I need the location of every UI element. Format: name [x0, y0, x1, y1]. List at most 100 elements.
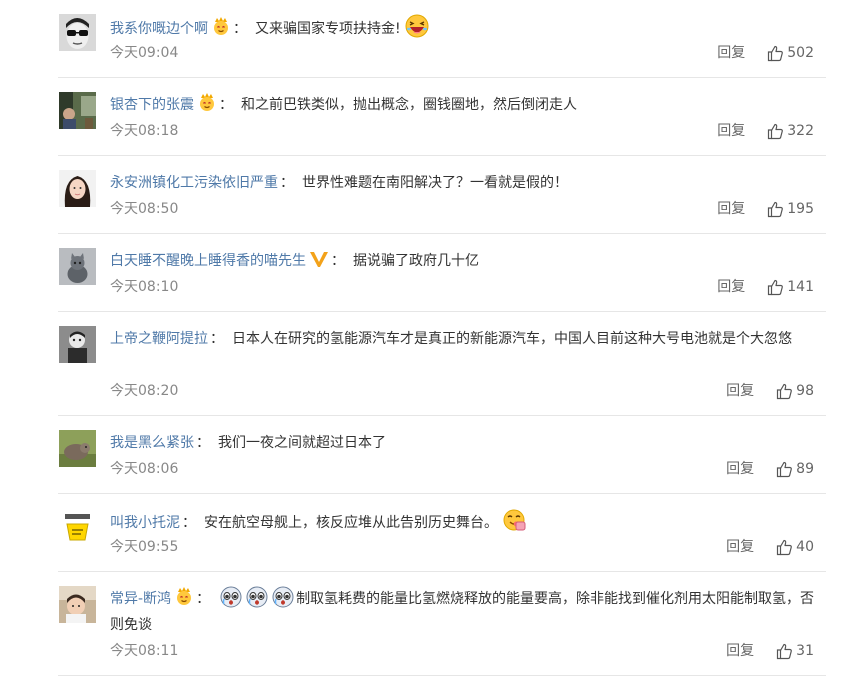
reply-button[interactable]: 回复	[717, 200, 745, 218]
crying-emoji	[220, 586, 242, 608]
like-icon	[776, 539, 796, 556]
comment-text: 制取氢耗费的能量比氢燃烧释放的能量要高，除非能找到催化剂用太阳能制取氢，否则免谈	[110, 591, 815, 633]
reply-button[interactable]: 回复	[717, 122, 745, 140]
avatar[interactable]	[59, 170, 96, 207]
comment-timestamp: 今天08:11	[110, 643, 179, 659]
comment-actions: 回复 322	[717, 122, 814, 140]
comment-content: 上帝之鞭阿提拉： 日本人在研究的氢能源汽车才是真正的新能源汽车，中国人目前这种大号…	[110, 326, 820, 352]
comment-item: 叫我小托泥： 安在航空母舰上，核反应堆从此告别历史舞台。今天09:55 回复 40	[58, 494, 826, 572]
colon-separator: ：	[196, 591, 211, 607]
like-button[interactable]: 31	[776, 642, 814, 660]
colon-separator: ：	[331, 253, 345, 269]
comment-timestamp: 今天08:20	[110, 383, 179, 399]
comment-content: 我系你嘅边个啊 ： 又来骗国家专项扶持金!	[110, 14, 820, 42]
username-link[interactable]: 我系你嘅边个啊	[110, 21, 208, 37]
comment-item: 白天睡不醒晚上睡得香的喵先生 ： 据说骗了政府几十亿今天08:10 回复 141	[58, 234, 826, 312]
v-verified-icon	[309, 250, 329, 268]
colon-separator: ：	[233, 21, 247, 37]
colon-separator: ：	[182, 515, 196, 531]
comment-text: 我们一夜之间就超过日本了	[218, 435, 386, 451]
comment-item: 我系你嘅边个啊 ： 又来骗国家专项扶持金! 今天09:04 回复 502	[58, 0, 826, 78]
like-icon	[776, 383, 796, 400]
avatar[interactable]	[59, 430, 96, 467]
crown-face-icon	[211, 16, 231, 36]
colon-separator: ：	[219, 97, 233, 113]
comment-list: 我系你嘅边个啊 ： 又来骗国家专项扶持金! 今天09:04 回复 502 银杏下的张震 ： 和之…	[0, 0, 842, 677]
avatar[interactable]	[59, 92, 96, 129]
username-link[interactable]: 常异-断鸿	[110, 591, 171, 607]
like-button[interactable]: 40	[776, 538, 814, 556]
avatar[interactable]	[59, 508, 96, 545]
like-count: 31	[796, 643, 814, 659]
like-count: 322	[787, 123, 814, 139]
comment-actions: 回复 502	[717, 44, 814, 62]
avatar[interactable]	[59, 586, 96, 623]
comment-content: 我是黑么紧张： 我们一夜之间就超过日本了	[110, 430, 820, 456]
comment-item: 我是黑么紧张： 我们一夜之间就超过日本了今天08:06 回复 89	[58, 416, 826, 494]
comment-item: 常异-断鸿 ：制取氢耗费的能量比氢燃烧释放的能量要高，除非能找到催化剂用太阳能制取…	[58, 572, 826, 676]
username-link[interactable]: 我是黑么紧张	[110, 435, 194, 451]
like-button[interactable]: 322	[767, 122, 814, 140]
reply-button[interactable]: 回复	[717, 278, 745, 296]
like-count: 98	[796, 383, 814, 399]
colon-separator: ：	[196, 435, 210, 451]
comment-content: 银杏下的张震 ： 和之前巴铁类似，抛出概念，圈钱圈地，然后倒闭走人	[110, 92, 820, 118]
avatar[interactable]	[59, 326, 96, 363]
like-button[interactable]: 89	[776, 460, 814, 478]
like-button[interactable]: 502	[767, 44, 814, 62]
comment-content: 永安洲镇化工污染依旧严重： 世界性难题在南阳解决了？一看就是假的！	[110, 170, 820, 196]
comment-timestamp: 今天09:55	[110, 539, 179, 555]
comment-timestamp: 今天08:06	[110, 461, 179, 477]
like-count: 141	[787, 279, 814, 295]
like-count: 502	[787, 45, 814, 61]
crying-emoji	[272, 586, 294, 608]
comment-item: 银杏下的张震 ： 和之前巴铁类似，抛出概念，圈钱圈地，然后倒闭走人 今天08:18 回复…	[58, 78, 826, 156]
comment-timestamp: 今天08:18	[110, 123, 179, 139]
comment-text: 据说骗了政府几十亿	[353, 253, 479, 269]
like-count: 40	[796, 539, 814, 555]
comment-item: 永安洲镇化工污染依旧严重： 世界性难题在南阳解决了？一看就是假的！ 今天08:50 回…	[58, 156, 826, 234]
reply-button[interactable]: 回复	[726, 460, 754, 478]
comment-text: 安在航空母舰上，核反应堆从此告别历史舞台。	[204, 515, 498, 531]
reply-button[interactable]: 回复	[726, 642, 754, 660]
username-link[interactable]: 上帝之鞭阿提拉	[110, 331, 208, 347]
laughing-emoji	[405, 14, 429, 38]
like-icon	[767, 279, 787, 296]
comment-actions: 回复 98	[726, 382, 814, 400]
comment-content: 常异-断鸿 ：制取氢耗费的能量比氢燃烧释放的能量要高，除非能找到催化剂用太阳能制取…	[110, 586, 820, 638]
like-icon	[767, 45, 787, 62]
username-link[interactable]: 叫我小托泥	[110, 515, 180, 531]
crown-face-icon	[197, 92, 217, 112]
like-icon	[776, 461, 796, 478]
comment-content: 叫我小托泥： 安在航空母舰上，核反应堆从此告别历史舞台。	[110, 508, 820, 536]
colon-separator: ：	[210, 331, 224, 347]
comment-timestamp: 今天08:50	[110, 201, 179, 217]
username-link[interactable]: 白天睡不醒晚上睡得香的喵先生	[110, 253, 306, 269]
comment-timestamp: 今天08:10	[110, 279, 179, 295]
comment-actions: 回复 195	[717, 200, 814, 218]
comment-item: 上帝之鞭阿提拉： 日本人在研究的氢能源汽车才是真正的新能源汽车，中国人目前这种大号…	[58, 312, 826, 416]
reply-button[interactable]: 回复	[726, 382, 754, 400]
crown-face-icon	[174, 586, 194, 606]
comment-text: 又来骗国家专项扶持金!	[255, 21, 401, 37]
reply-button[interactable]: 回复	[717, 44, 745, 62]
avatar[interactable]	[59, 248, 96, 285]
like-icon	[776, 643, 796, 660]
comment-actions: 回复 89	[726, 460, 814, 478]
username-link[interactable]: 银杏下的张震	[110, 97, 194, 113]
like-button[interactable]: 195	[767, 200, 814, 218]
crying-emoji	[246, 586, 268, 608]
comment-content: 白天睡不醒晚上睡得香的喵先生 ： 据说骗了政府几十亿	[110, 248, 820, 274]
avatar[interactable]	[59, 14, 96, 51]
colon-separator: ：	[280, 175, 294, 191]
like-button[interactable]: 98	[776, 382, 814, 400]
yummy-emoji	[502, 508, 526, 532]
username-link[interactable]: 永安洲镇化工污染依旧严重	[110, 175, 278, 191]
comment-actions: 回复 40	[726, 538, 814, 556]
like-button[interactable]: 141	[767, 278, 814, 296]
reply-button[interactable]: 回复	[726, 538, 754, 556]
like-icon	[767, 201, 787, 218]
comment-text: 世界性难题在南阳解决了？一看就是假的！	[302, 175, 568, 191]
like-icon	[767, 123, 787, 140]
comment-actions: 回复 31	[726, 642, 814, 660]
